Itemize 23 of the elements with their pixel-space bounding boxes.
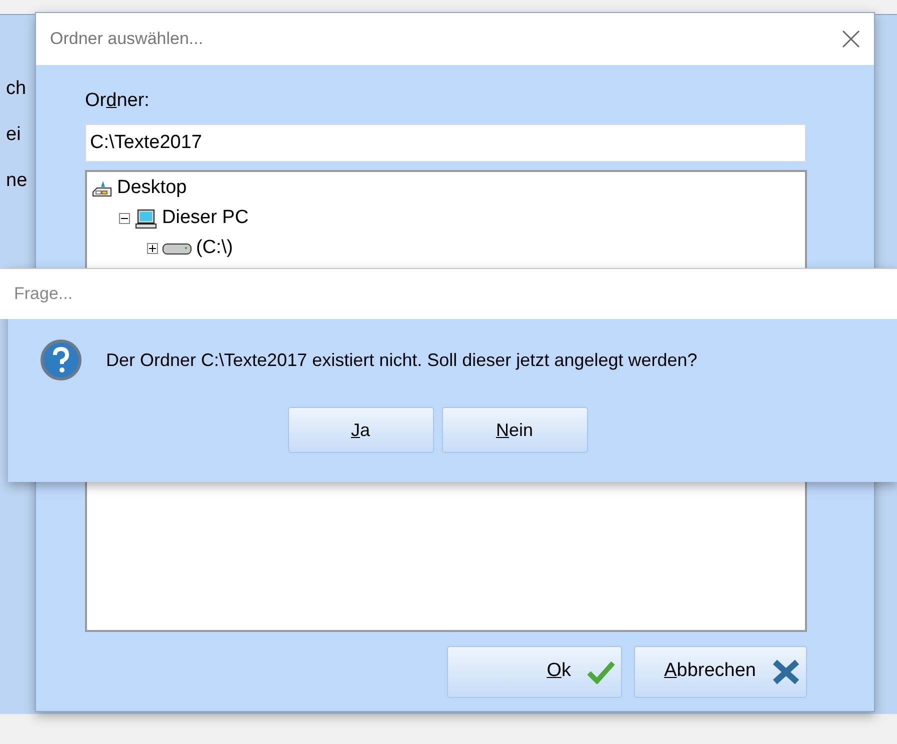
tree-item[interactable]: Dieser PC [162,204,249,233]
collapse-toggle-icon[interactable] [119,213,130,224]
background-label: ne [6,169,28,193]
dialog-button[interactable]: Ja [288,407,434,453]
question-message: Der Ordner C:\Texte2017 existiert nicht. Soll dieser jetzt angelegt werden? [106,348,698,372]
question-icon [40,339,82,381]
cancel-button[interactable]: Abbrechen [634,646,807,698]
x-icon [772,658,800,684]
window-title: Ordner auswählen... [50,28,204,50]
background-label: ei [6,123,21,147]
expand-toggle-icon[interactable] [147,243,158,254]
close-icon[interactable] [842,30,860,48]
background-label: ch [6,77,26,101]
checkmark-icon [587,660,615,684]
window-title: Frage... [14,283,73,306]
tree-item[interactable]: Desktop [117,174,187,203]
drive-icon [162,242,192,256]
folder-label: Ordner: [85,89,150,113]
dialog-button[interactable]: Nein [442,407,588,453]
computer-icon [134,208,158,230]
tree-item[interactable]: (C:\) [196,234,233,263]
folder-input[interactable]: C:\Texte2017 [85,124,806,162]
ok-button[interactable]: Ok [447,646,622,698]
